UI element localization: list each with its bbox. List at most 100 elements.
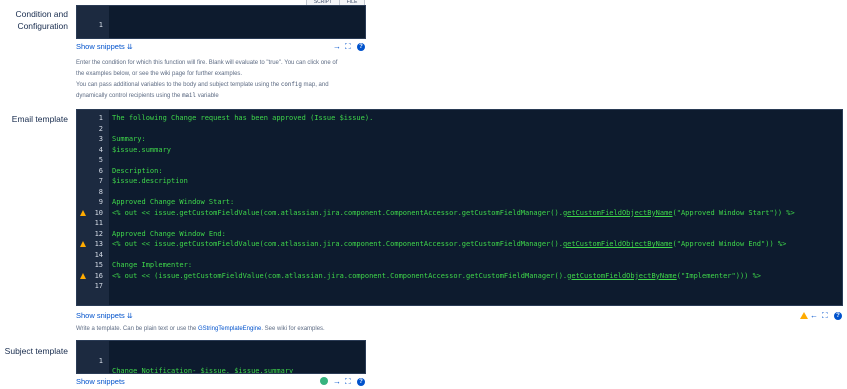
- code-text: Approved Change Window End:: [112, 229, 226, 238]
- condition-editor[interactable]: 1: [76, 5, 366, 39]
- code-segment: <% out << issue.getCustomFieldValue(com.…: [112, 240, 563, 248]
- code-text: The following Change request has been ap…: [112, 114, 374, 122]
- subject-template-editor[interactable]: 1 Change Notification- $issue, $issue.su…: [76, 340, 366, 374]
- deprecated-method: getCustomFieldObjectByName: [567, 271, 677, 280]
- condition-hint: Enter the condition for which this funct…: [76, 58, 406, 102]
- condition-hint-line1: Enter the condition for which this funct…: [76, 60, 338, 66]
- code-line: 3 Summary:: [77, 134, 842, 145]
- code-line: 17: [77, 281, 842, 292]
- subject-template-label: Subject template: [4, 346, 68, 356]
- line-number: 3: [98, 135, 103, 143]
- expand-icon[interactable]: ⛶: [345, 377, 351, 387]
- code-segment: ("Approved Window End")) %>: [672, 240, 787, 248]
- line-number: 11: [94, 219, 103, 227]
- code-text: Description:: [112, 166, 163, 175]
- line-number: 7: [98, 177, 103, 185]
- line-number: 1: [98, 114, 103, 122]
- code-line: 5: [77, 155, 842, 166]
- double-chevron-down-icon: ⇊: [126, 44, 133, 51]
- expand-icon[interactable]: ⛶: [345, 42, 351, 52]
- code-line: 1 The following Change request has been a…: [77, 113, 842, 124]
- line-number: 10: [94, 208, 103, 217]
- gstring-template-engine-link[interactable]: GStringTemplateEngine: [198, 326, 261, 332]
- subject-snippets-bar: Show snippets → ⛶ ?: [76, 377, 366, 389]
- line-number: 13: [94, 240, 103, 248]
- line-number: 1: [98, 356, 103, 365]
- line-number: 1: [98, 20, 103, 29]
- arrow-left-icon[interactable]: ←: [810, 311, 818, 321]
- code-segment: <% out << (issue.getCustomFieldValue(com…: [112, 271, 568, 280]
- code-text: Summary:: [112, 135, 146, 143]
- condition-hint-line2: the examples below, or see the wiki page…: [76, 71, 243, 77]
- email-show-snippets-link[interactable]: Show snippets ⇊: [76, 311, 133, 320]
- deprecated-method: getCustomFieldObjectByName: [562, 240, 673, 248]
- email-snippets-bar: Show snippets ⇊ ← ⛶ ?: [76, 310, 843, 322]
- email-hint: Write a template. Can be plain text or u…: [76, 324, 476, 335]
- email-template-label: Email template: [11, 114, 68, 124]
- expand-icon[interactable]: ⛶: [822, 311, 828, 321]
- valid-status-icon: [320, 377, 328, 385]
- hint-text: dynamically control recipients using the: [76, 93, 181, 99]
- code-line: 16 <% out << (issue.getCustomFieldValue(c…: [77, 271, 842, 282]
- code-line: 11: [77, 218, 842, 229]
- hint-text: You can pass additional variables to the…: [76, 82, 280, 88]
- condition-hint-line3: You can pass additional variables to the…: [76, 80, 406, 91]
- line-number: 9: [98, 198, 103, 206]
- code-line: 10 <% out << issue.getCustomFieldValue(co…: [77, 208, 842, 219]
- help-icon[interactable]: ?: [357, 43, 365, 51]
- line-number: 17: [94, 282, 103, 290]
- hint-text: variable: [197, 93, 219, 99]
- condition-show-snippets-link[interactable]: Show snippets ⇊: [76, 42, 133, 51]
- line-number: 14: [94, 250, 103, 259]
- code-line: 8: [77, 187, 842, 198]
- line-number: 16: [94, 271, 103, 280]
- line-number: 2: [98, 124, 103, 133]
- condition-snippets-bar: Show snippets ⇊ → ⛶ ?: [76, 41, 366, 53]
- code-line: 7 $issue.description: [77, 176, 842, 187]
- code-text: <% out << issue.getCustomFieldValue(com.…: [112, 208, 795, 219]
- condition-line: 1: [77, 9, 365, 29]
- condition-hint-line4: dynamically control recipients using the…: [76, 91, 406, 102]
- code-line: 12 Approved Change Window End:: [77, 229, 842, 240]
- condition-label: Condition and Configuration: [0, 8, 68, 32]
- line-number: 15: [94, 261, 103, 269]
- condition-label-line2: Configuration: [17, 21, 68, 31]
- code-line: 6 Description:: [77, 166, 842, 177]
- subject-line: 1 Change Notification- $issue, $issue.su…: [77, 345, 365, 374]
- line-number: 5: [98, 156, 103, 164]
- code-text: $issue.description: [112, 177, 188, 185]
- code-segment: <% out << issue.getCustomFieldValue(com.…: [112, 208, 563, 217]
- line-number: 6: [98, 166, 103, 175]
- code-text: Approved Change Window Start:: [112, 198, 235, 206]
- code-text: <% out << issue.getCustomFieldValue(com.…: [112, 239, 786, 250]
- line-number: 4: [98, 145, 103, 154]
- code-text: Change Implementer:: [112, 261, 193, 269]
- double-chevron-down-icon: ⇊: [126, 313, 133, 320]
- deprecated-method: getCustomFieldObjectByName: [562, 208, 673, 217]
- code-line: 13 <% out << issue.getCustomFieldValue(co…: [77, 239, 842, 250]
- email-template-editor[interactable]: 1 The following Change request has been a…: [76, 109, 843, 306]
- line-number: 8: [98, 187, 103, 196]
- hint-text: map, and: [303, 82, 329, 88]
- code-segment: ("Approved Window Start")) %>: [672, 208, 795, 217]
- help-icon[interactable]: ?: [834, 312, 842, 320]
- hint-text: . See wiki for examples.: [261, 326, 325, 332]
- code-line: 14: [77, 250, 842, 261]
- config-code: config: [280, 82, 302, 88]
- subject-code: Change Notification- $issue, $issue.summ…: [112, 367, 294, 374]
- condition-label-line1: Condition and: [15, 9, 68, 19]
- code-text: <% out << (issue.getCustomFieldValue(com…: [112, 271, 761, 282]
- code-line: 2: [77, 124, 842, 135]
- warning-icon[interactable]: [800, 312, 808, 319]
- arrow-right-icon[interactable]: →: [333, 42, 341, 52]
- code-line: 4 $issue.summary: [77, 145, 842, 156]
- line-number: 12: [94, 229, 103, 238]
- arrow-right-icon[interactable]: →: [333, 377, 341, 387]
- show-snippets-label: Show snippets: [76, 42, 125, 51]
- code-line: 15 Change Implementer:: [77, 260, 842, 271]
- show-snippets-label: Show snippets: [76, 311, 125, 320]
- help-icon[interactable]: ?: [357, 378, 365, 386]
- code-line: 9 Approved Change Window Start:: [77, 197, 842, 208]
- code-text: $issue.summary: [112, 145, 172, 154]
- code-segment: ("Implementer"))) %>: [676, 271, 762, 280]
